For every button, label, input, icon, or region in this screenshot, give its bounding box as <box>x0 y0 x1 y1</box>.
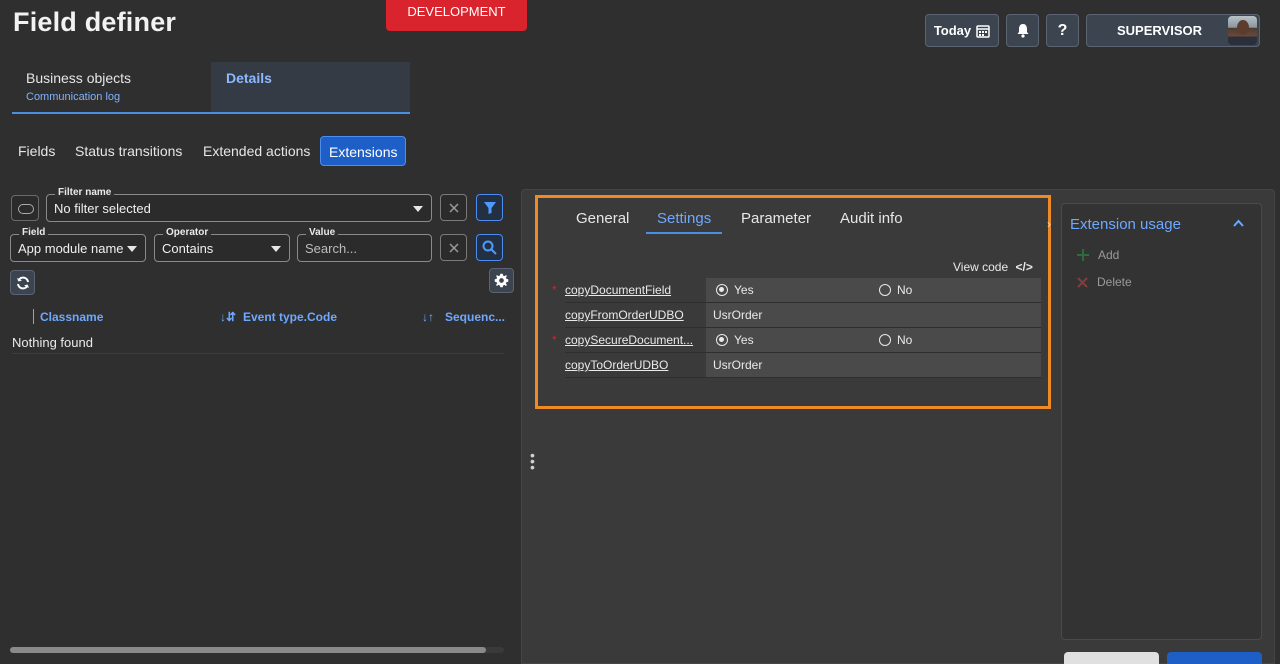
filter-button[interactable] <box>476 194 503 221</box>
operator-value: Contains <box>162 241 214 256</box>
plus-icon <box>1077 249 1089 261</box>
subtab-fields[interactable]: Fields <box>18 136 55 166</box>
help-button[interactable]: ? <box>1046 14 1079 47</box>
sort-icon[interactable]: ↓⇵ <box>220 310 236 324</box>
column-sequence[interactable]: Sequenc... <box>445 310 505 324</box>
field-value: App module name <box>18 241 124 256</box>
bell-icon <box>1017 24 1028 38</box>
secondary-action-button[interactable] <box>1064 652 1159 664</box>
subtab-extensions[interactable]: Extensions <box>320 136 407 166</box>
page-title: Field definer <box>13 7 177 37</box>
delete-button[interactable]: Delete <box>1077 275 1132 289</box>
empty-grid-text: Nothing found <box>12 335 93 350</box>
today-button[interactable]: Today <box>925 14 999 47</box>
value-input[interactable]: Value Search... <box>297 227 432 262</box>
chevron-down-icon <box>127 246 137 252</box>
field-select[interactable]: Field App module name <box>10 227 146 262</box>
today-label: Today <box>933 23 972 38</box>
filter-name-value: No filter selected <box>54 201 151 216</box>
avatar <box>1228 16 1257 45</box>
refresh-button[interactable] <box>10 270 35 295</box>
chevron-up-icon[interactable] <box>1233 214 1244 230</box>
column-divider <box>33 309 34 324</box>
grid-settings-button[interactable] <box>489 268 514 293</box>
clear-value-button[interactable] <box>440 234 467 261</box>
close-icon <box>448 202 459 213</box>
filter-name-label: Filter name <box>55 187 115 198</box>
highlight-frame <box>535 195 1051 409</box>
refresh-icon <box>16 276 29 289</box>
delete-label: Delete <box>1097 275 1132 289</box>
tab-underline <box>12 112 410 114</box>
notifications-button[interactable] <box>1006 14 1039 47</box>
splitter-handle-icon[interactable]: • • • <box>530 448 535 474</box>
chevron-right-icon[interactable]: › <box>1047 217 1061 235</box>
add-button[interactable]: Add <box>1077 248 1119 262</box>
search-icon <box>482 240 497 255</box>
add-label: Add <box>1098 248 1120 262</box>
filter-icon <box>483 201 496 214</box>
operator-label: Operator <box>163 227 212 238</box>
tab-business-objects-sublabel: Communication log <box>26 91 121 103</box>
value-label: Value <box>306 227 339 238</box>
close-icon <box>448 242 459 253</box>
chevron-down-icon <box>413 206 423 212</box>
search-button[interactable] <box>476 234 503 261</box>
subtab-extended-actions[interactable]: Extended actions <box>203 136 310 166</box>
tab-business-objects[interactable]: Business objects Communication log <box>12 62 211 112</box>
subtab-status-transitions[interactable]: Status transitions <box>75 136 182 166</box>
filter-name-select[interactable]: Filter name No filter selected <box>46 187 432 222</box>
tab-details[interactable]: Details <box>211 62 410 112</box>
operator-select[interactable]: Operator Contains <box>154 227 290 262</box>
value-placeholder: Search... <box>305 241 358 256</box>
close-icon <box>1077 276 1088 288</box>
horizontal-scrollbar[interactable] <box>10 647 486 653</box>
column-event-type-code[interactable]: Event type.Code <box>243 310 337 324</box>
clear-filter-button[interactable] <box>440 194 467 221</box>
chevron-down-icon <box>271 246 281 252</box>
user-menu-button[interactable]: SUPERVISOR <box>1086 14 1260 47</box>
sort-icon[interactable]: ↓↑ <box>422 310 434 324</box>
tab-business-objects-label: Business objects <box>26 70 132 86</box>
extension-usage-title: Extension usage <box>1070 216 1181 233</box>
grid-divider <box>12 353 504 354</box>
environment-badge: DEVELOPMENT <box>386 0 527 31</box>
gear-icon <box>494 273 509 288</box>
filter-toggle[interactable] <box>11 195 39 221</box>
primary-action-button[interactable] <box>1167 652 1262 664</box>
user-name: SUPERVISOR <box>1117 23 1203 38</box>
field-label: Field <box>19 227 49 238</box>
column-classname[interactable]: Classname <box>40 310 103 324</box>
calendar-icon <box>976 24 990 38</box>
extension-usage-panel <box>1061 203 1262 640</box>
